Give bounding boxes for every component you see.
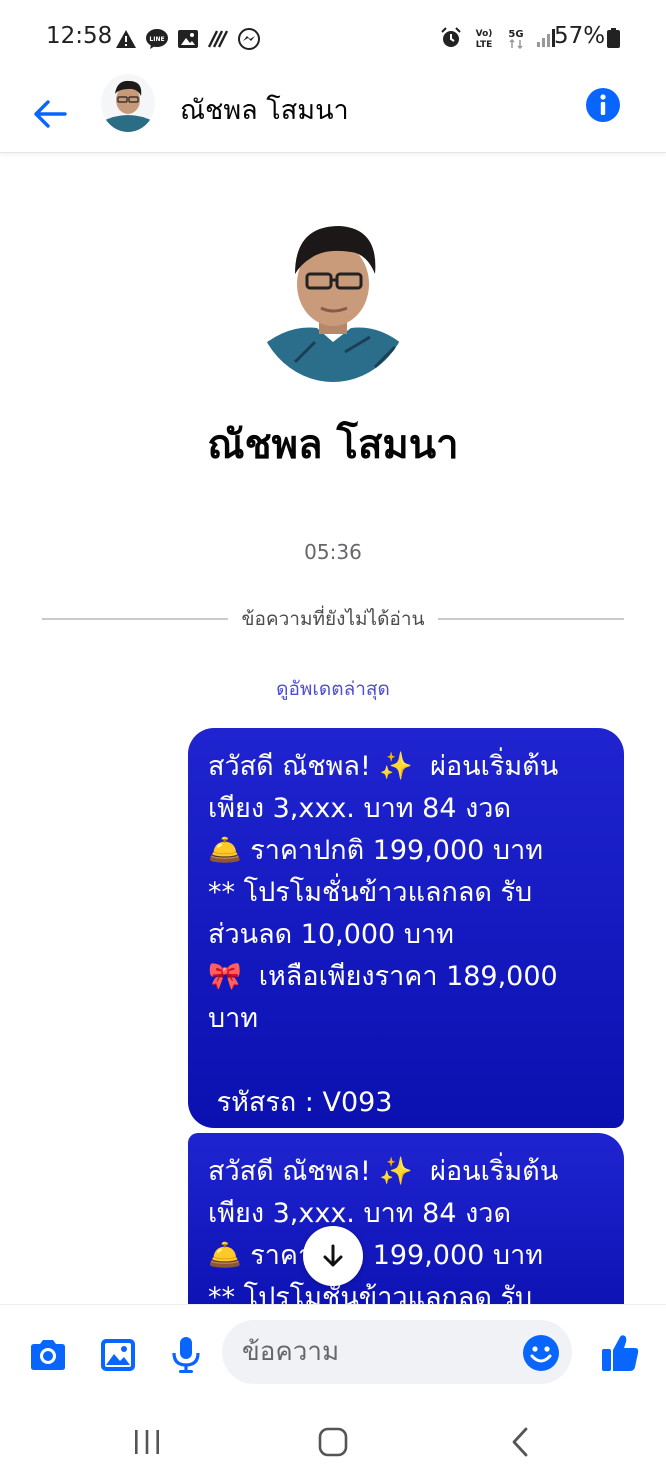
microphone-button[interactable]	[166, 1335, 206, 1375]
divider-line-left	[42, 618, 228, 620]
unread-divider-label: ข้อความที่ยังไม่ได้อ่าน	[241, 608, 425, 630]
gallery-button[interactable]	[98, 1335, 138, 1375]
chat-header: ณัชพล โสมนา	[0, 74, 666, 153]
chevron-left-icon	[512, 1427, 528, 1457]
profile-photo	[255, 212, 411, 382]
unread-divider: ข้อความที่ยังไม่ได้อ่าน	[42, 604, 625, 634]
info-button[interactable]	[585, 87, 621, 123]
back-button[interactable]	[30, 88, 70, 140]
svg-text:LTE: LTE	[476, 40, 493, 49]
gallery-icon	[101, 1339, 135, 1371]
divider-line-right	[438, 618, 625, 620]
scroll-to-bottom-button[interactable]	[303, 1226, 363, 1286]
back-arrow-icon	[34, 100, 67, 128]
camera-button[interactable]	[28, 1335, 68, 1375]
emoji-button[interactable]	[522, 1334, 560, 1372]
recent-apps-button[interactable]	[117, 1420, 177, 1464]
line-icon: LINE	[146, 29, 168, 49]
message-bubble[interactable]: สวัสดี ณัชพล! ✨ ผ่อนเริ่มต้นเพียง 3,xxx.…	[188, 1133, 624, 1333]
avatar-photo	[101, 74, 155, 132]
recent-apps-icon	[135, 1430, 159, 1454]
message-text: สวัสดี ณัชพล! ✨ ผ่อนเริ่มต้นเพียง 3,xxx.…	[208, 1156, 559, 1313]
image-icon	[178, 30, 198, 48]
thumbs-up-icon	[602, 1335, 639, 1371]
svg-text:LINE: LINE	[149, 36, 164, 43]
5g-icon: 5G	[508, 29, 524, 49]
message-timestamp: 05:36	[304, 540, 362, 564]
warning-icon	[116, 30, 136, 48]
info-icon	[586, 88, 620, 122]
see-updates-link[interactable]: ดูอัพเดตล่าสุด	[0, 674, 666, 704]
signal-bars-icon	[537, 29, 555, 47]
like-button[interactable]	[600, 1333, 640, 1373]
home-button[interactable]	[303, 1420, 363, 1464]
svg-text:5G: 5G	[508, 29, 523, 40]
system-navigation-bar	[0, 1404, 666, 1480]
battery-icon	[607, 28, 620, 48]
profile-avatar[interactable]	[255, 212, 411, 382]
volte-icon: Vo)LTE	[476, 29, 493, 49]
no-signal-icon	[207, 30, 229, 48]
status-bar: 12:58 LINE Vo) LTE 5G 57%	[0, 0, 666, 76]
back-nav-button[interactable]	[490, 1420, 550, 1464]
notification-icons: LINE	[115, 27, 261, 51]
status-time: 12:58	[46, 23, 113, 49]
header-contact-name[interactable]: ณัชพล โสมนา	[180, 88, 349, 131]
arrow-down-icon	[323, 1244, 343, 1267]
home-icon	[318, 1427, 348, 1457]
svg-text:Vo): Vo)	[476, 29, 493, 39]
emoji-icon	[523, 1335, 559, 1371]
profile-name: ณัชพล โสมนา	[207, 422, 459, 468]
microphone-icon	[172, 1337, 200, 1373]
message-text: สวัสดี ณัชพล! ✨ ผ่อนเริ่มต้นเพียง 3,xxx.…	[208, 751, 559, 1118]
camera-icon	[31, 1340, 65, 1370]
header-avatar[interactable]	[101, 74, 155, 132]
message-input[interactable]	[222, 1320, 572, 1384]
battery-percent: 57%	[554, 23, 606, 49]
system-icons: Vo) LTE 5G	[440, 27, 556, 49]
message-composer	[0, 1304, 666, 1405]
messenger-icon	[238, 28, 260, 50]
alarm-icon	[441, 27, 461, 47]
message-bubble[interactable]: สวัสดี ณัชพล! ✨ ผ่อนเริ่มต้นเพียง 3,xxx.…	[188, 728, 624, 1128]
